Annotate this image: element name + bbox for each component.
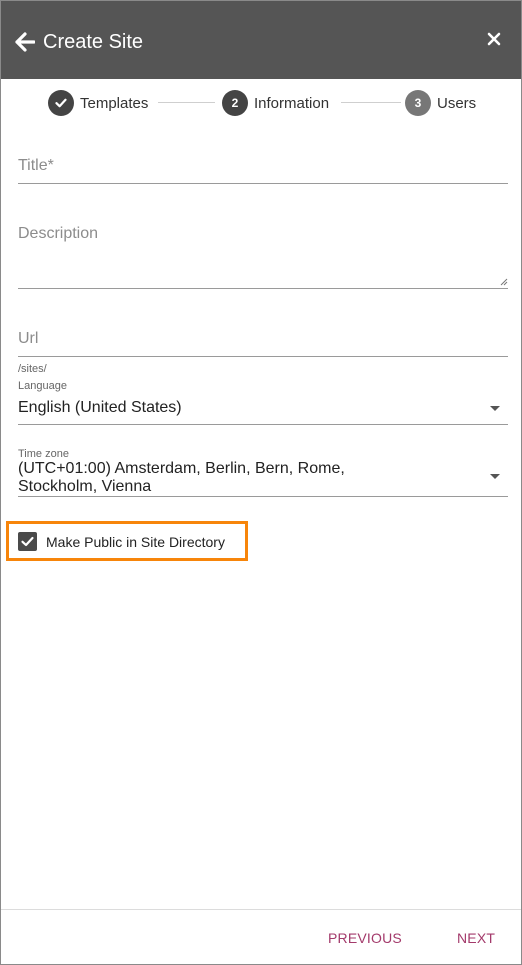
next-button[interactable]: NEXT: [457, 930, 495, 946]
close-icon[interactable]: [487, 32, 501, 46]
url-input[interactable]: Url /sites/: [18, 324, 508, 375]
dialog-title: Create Site: [43, 31, 144, 53]
input-underline: [18, 356, 508, 357]
checkmark-icon: [21, 536, 34, 547]
make-public-label[interactable]: Make Public in Site Directory: [46, 534, 225, 550]
title-placeholder: Title*: [18, 157, 54, 174]
back-arrow-icon[interactable]: [15, 32, 35, 52]
chevron-down-icon: [490, 474, 500, 479]
previous-button[interactable]: PREVIOUS: [328, 930, 402, 946]
input-underline: [18, 288, 508, 289]
language-value: English (United States): [18, 399, 182, 416]
language-label: Language: [18, 380, 67, 392]
input-underline: [18, 424, 508, 425]
url-prefix-hint: /sites/: [18, 363, 47, 375]
input-underline: [18, 183, 508, 184]
title-input[interactable]: Title*: [18, 151, 508, 185]
step-connector: [341, 102, 401, 103]
input-underline: [18, 496, 508, 497]
create-site-dialog: Create Site Templates 2 Information 3 Us…: [0, 0, 522, 965]
chevron-down-icon: [490, 406, 500, 411]
step-number: 2: [222, 90, 248, 116]
resize-grip-icon[interactable]: [500, 278, 508, 286]
step-connector: [158, 102, 215, 103]
language-select[interactable]: Language English (United States): [18, 380, 508, 426]
step-number: 3: [405, 90, 431, 116]
timezone-value-line2: Stockholm, Vienna: [18, 478, 152, 495]
url-placeholder: Url: [18, 330, 39, 347]
description-textarea[interactable]: Description: [18, 219, 508, 289]
make-public-checkbox[interactable]: [18, 532, 37, 551]
step-information[interactable]: 2 Information: [222, 90, 329, 116]
step-templates[interactable]: Templates: [48, 90, 148, 116]
step-label: Users: [437, 94, 477, 112]
checkmark-icon: [48, 90, 74, 116]
timezone-value-line1: (UTC+01:00) Amsterdam, Berlin, Bern, Rom…: [18, 460, 345, 477]
description-placeholder: Description: [18, 225, 99, 242]
step-label: Templates: [80, 94, 149, 112]
step-indicator: Templates 2 Information 3 Users: [1, 87, 521, 119]
dialog-header: Create Site: [1, 1, 521, 79]
timezone-label: Time zone: [18, 448, 69, 460]
footer-divider: [1, 909, 521, 910]
step-users[interactable]: 3 Users: [405, 90, 476, 116]
timezone-select[interactable]: Time zone (UTC+01:00) Amsterdam, Berlin,…: [18, 448, 508, 498]
step-label: Information: [254, 94, 330, 112]
